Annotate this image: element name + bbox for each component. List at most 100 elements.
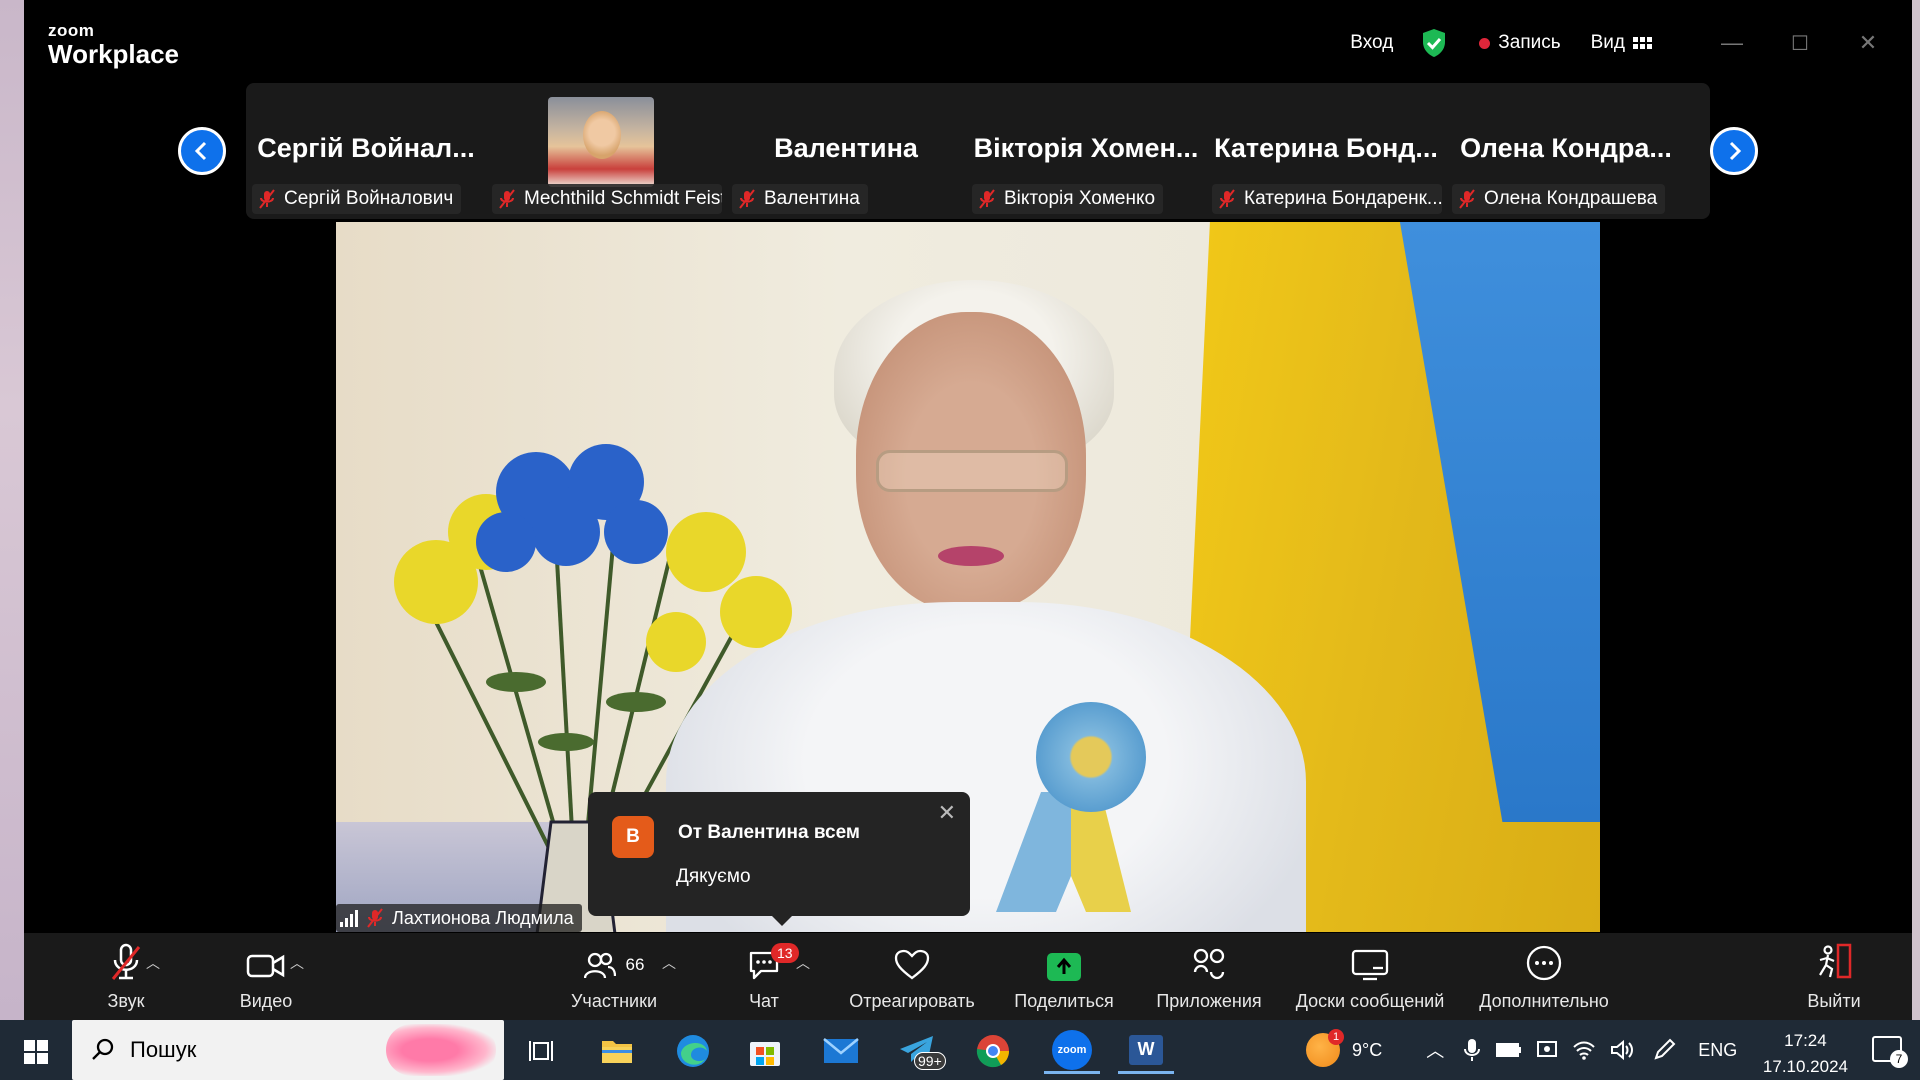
mic-muted-icon: [367, 908, 383, 928]
telegram-icon[interactable]: 99+: [894, 1028, 946, 1074]
apps-button[interactable]: Приложения: [1134, 933, 1284, 1020]
record-label: Запись: [1498, 32, 1561, 53]
participant-name-large: Вікторія Хомен...: [973, 133, 1199, 163]
clock-date: 17.10.2024: [1762, 1057, 1848, 1076]
video-button[interactable]: Видео: [216, 933, 316, 1020]
logo-workplace-word: Workplace: [48, 39, 180, 69]
mic-muted-icon: [499, 189, 515, 209]
record-dot-icon: [1479, 37, 1491, 49]
participants-button[interactable]: 66 Участники: [544, 933, 684, 1020]
notification-center-icon[interactable]: 7: [1872, 1036, 1908, 1068]
pen-input-icon[interactable]: [1652, 1038, 1676, 1062]
leave-door-icon: [1819, 943, 1852, 979]
participants-options-chevron-icon[interactable]: ︿: [662, 953, 676, 973]
meeting-toolbar: Звук ︿ Видео ︿ 66 Участники ︿ 13 Чат ︿ О…: [24, 933, 1912, 1020]
logo-zoom-word: zoom: [48, 21, 95, 40]
mic-muted-icon: [111, 943, 141, 980]
react-button[interactable]: Отреагировать: [832, 933, 992, 1020]
telegram-badge: 99+: [914, 1052, 946, 1070]
chat-unread-badge: 13: [771, 943, 799, 963]
speaker-name-tag: Лахтионова Людмила: [336, 904, 582, 932]
view-button[interactable]: Вид: [1591, 32, 1652, 54]
view-label: Вид: [1590, 32, 1625, 53]
strip-next-button[interactable]: [1710, 127, 1758, 175]
taskbar-search-box[interactable]: Пошук: [72, 1020, 504, 1080]
share-label: Поделиться: [1014, 991, 1114, 1011]
video-options-chevron-icon[interactable]: ︿: [290, 953, 304, 973]
chat-options-chevron-icon[interactable]: ︿: [796, 953, 810, 973]
whiteboards-button[interactable]: Доски сообщений: [1270, 933, 1470, 1020]
chat-label: Чат: [749, 991, 779, 1011]
react-label: Отреагировать: [849, 991, 975, 1011]
battery-icon[interactable]: [1496, 1042, 1522, 1058]
display-settings-icon[interactable]: [1536, 1039, 1558, 1061]
participant-name-large: Сергій Войнал...: [257, 133, 475, 163]
speaker-glasses: [876, 450, 1068, 492]
close-popup-icon[interactable]: ✕: [938, 800, 956, 826]
microphone-tray-icon[interactable]: [1464, 1038, 1481, 1062]
participant-name-large: Валентина: [774, 133, 918, 163]
encryption-shield-icon[interactable]: [1421, 28, 1447, 58]
participant-tile[interactable]: Mechthild Schmidt Feist: [486, 83, 726, 219]
audio-button[interactable]: Звук: [80, 933, 172, 1020]
connection-signal-icon: [340, 909, 358, 927]
notification-count: 7: [1890, 1050, 1908, 1068]
recording-indicator[interactable]: Запись: [1479, 32, 1561, 54]
task-view-icon[interactable]: [518, 1028, 564, 1074]
desktop-background-right: [1912, 0, 1920, 1020]
heart-icon: [894, 949, 930, 980]
maximize-button[interactable]: ☐: [1772, 26, 1828, 60]
share-arrow-icon: [1047, 953, 1081, 981]
chrome-browser-icon[interactable]: [970, 1028, 1016, 1074]
signin-button[interactable]: Вход: [1350, 32, 1393, 54]
zoom-taskbar-app[interactable]: zoom: [1044, 1028, 1100, 1074]
input-language[interactable]: ENG: [1698, 1040, 1737, 1061]
participant-name-tag: Вікторія Хоменко: [972, 184, 1164, 214]
participant-name: Олена Кондрашева: [1484, 188, 1658, 209]
edge-browser-icon[interactable]: [670, 1028, 716, 1074]
zoom-app-icon: zoom: [1052, 1029, 1092, 1070]
wifi-icon[interactable]: [1572, 1040, 1596, 1060]
participant-name-tag: Олена Кондрашева: [1452, 184, 1666, 214]
windows-start-icon[interactable]: [24, 1040, 48, 1064]
close-window-button[interactable]: ✕: [1840, 26, 1896, 60]
participant-tile[interactable]: Валентина Валентина: [726, 83, 966, 219]
apps-icon: [1193, 948, 1225, 980]
mic-muted-icon: [259, 189, 275, 209]
participant-tile[interactable]: Олена Кондра... Олена Кондрашева: [1446, 83, 1686, 219]
more-button[interactable]: Дополнительно: [1464, 933, 1624, 1020]
participant-name-large: Катерина Бонд...: [1214, 133, 1438, 163]
show-hidden-icons-chevron-icon[interactable]: ︿: [1426, 1037, 1444, 1063]
microsoft-store-icon[interactable]: [742, 1028, 788, 1074]
participant-name-tag: Сергій Войналович: [252, 184, 462, 214]
search-label: Пошук: [130, 1037, 197, 1062]
chat-notification-popup[interactable]: В От Валентина всем Дякуємо ✕: [588, 792, 970, 926]
video-label: Видео: [239, 991, 293, 1011]
audio-label: Звук: [107, 991, 145, 1011]
participant-photo: [548, 97, 654, 187]
participant-tile[interactable]: Катерина Бонд... Катерина Бондаренк...: [1206, 83, 1446, 219]
leave-meeting-button[interactable]: Выйти: [1794, 933, 1874, 1020]
temperature-text[interactable]: 9°C: [1352, 1040, 1382, 1061]
minimize-button[interactable]: —: [1704, 26, 1760, 60]
zoom-meeting-window: zoom Workplace Вход Запись Вид — ☐ ✕ Сер…: [24, 0, 1912, 1020]
more-dots-icon: [1526, 945, 1562, 981]
file-explorer-icon[interactable]: [594, 1028, 640, 1074]
participant-tile[interactable]: Вікторія Хомен... Вікторія Хоменко: [966, 83, 1206, 219]
word-taskbar-app[interactable]: W: [1118, 1028, 1174, 1074]
mail-icon[interactable]: [818, 1028, 864, 1074]
taskbar-clock[interactable]: 17:24 17.10.2024: [1763, 1028, 1848, 1080]
participant-name: Валентина: [764, 188, 860, 209]
audio-options-chevron-icon[interactable]: ︿: [146, 953, 160, 973]
participant-tile[interactable]: Сергій Войнал... Сергій Войналович: [246, 83, 486, 219]
chat-button[interactable]: 13 Чат: [724, 933, 804, 1020]
word-app-icon: W: [1129, 1034, 1163, 1065]
sender-avatar: В: [612, 816, 654, 858]
weather-icon[interactable]: 1: [1306, 1029, 1344, 1067]
share-screen-button[interactable]: Поделиться: [994, 933, 1134, 1020]
chat-message-text: Дякуємо: [676, 866, 751, 887]
strip-prev-button[interactable]: [178, 127, 226, 175]
speaker-volume-icon[interactable]: [1610, 1039, 1634, 1061]
mic-muted-icon: [979, 189, 995, 209]
ukraine-rosette: [1036, 702, 1146, 812]
